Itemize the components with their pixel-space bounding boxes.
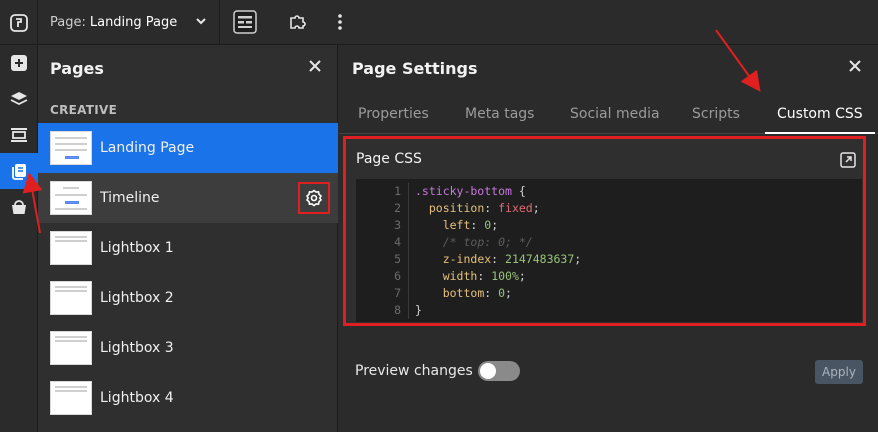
page-item-landing-page[interactable]: Landing Page (38, 123, 338, 173)
page-selector[interactable]: Page: Landing Page (38, 0, 220, 45)
page-settings-title: Page Settings (352, 59, 478, 78)
code-line: position: fixed; (428, 201, 540, 215)
line-number: 1 (394, 184, 401, 198)
page-thumbnail (50, 281, 92, 315)
layers-icon[interactable] (0, 81, 38, 117)
line-number: 6 (394, 269, 401, 283)
tab-social-media[interactable]: Social media (570, 106, 660, 122)
chevron-down-icon (195, 15, 207, 31)
css-value: fixed (498, 201, 533, 215)
preview-changes-toggle[interactable] (478, 361, 520, 381)
css-comment: /* top: 0; */ (442, 235, 533, 249)
pages-icon[interactable] (0, 153, 38, 189)
css-selector: .sticky-bottom (415, 184, 512, 198)
css-value: 2147483637 (505, 252, 575, 266)
page-item-label: Lightbox 3 (100, 340, 174, 356)
css-value: 0 (498, 286, 506, 300)
preview-changes-label: Preview changes (355, 363, 473, 379)
page-settings-panel: Page Settings Properties Meta tags Socia… (339, 45, 878, 432)
page-item-timeline[interactable]: Timeline (38, 173, 338, 223)
page-item-label: Timeline (100, 190, 160, 206)
tab-custom-css[interactable]: Custom CSS (777, 106, 863, 122)
gear-icon (305, 189, 323, 207)
apply-button[interactable]: Apply (815, 360, 863, 384)
close-icon[interactable] (846, 57, 864, 75)
page-selector-prefix: Page: (50, 15, 86, 30)
close-icon[interactable] (306, 57, 324, 75)
css-property: z-index (442, 252, 492, 266)
more-options-icon[interactable] (328, 10, 352, 34)
code-line: } (415, 302, 581, 319)
page-item-label: Landing Page (100, 140, 195, 156)
code-line: left: 0; (442, 218, 499, 232)
css-property: left (442, 218, 471, 232)
page-css-card: Page CSS 1 2 3 4 5 6 7 8 .sticky-bottom … (343, 136, 866, 326)
line-number-gutter: 1 2 3 4 5 6 7 8 (356, 183, 401, 319)
layout-icon[interactable] (233, 10, 257, 34)
pages-panel: Pages CREATIVE Landing Page Timeline Lig… (38, 45, 338, 432)
page-item-lightbox-3[interactable]: Lightbox 3 (38, 323, 338, 373)
line-number: 3 (394, 218, 401, 232)
close-brace: } (415, 303, 422, 317)
tool-sidebar (0, 45, 38, 432)
page-item-lightbox-1[interactable]: Lightbox 1 (38, 223, 338, 273)
css-value: 100% (491, 269, 519, 283)
page-thumbnail (50, 181, 92, 215)
tab-meta-tags[interactable]: Meta tags (465, 106, 534, 122)
add-element-icon[interactable] (0, 45, 38, 81)
store-bag-icon[interactable] (0, 189, 38, 225)
css-code-editor[interactable]: 1 2 3 4 5 6 7 8 .sticky-bottom { positio… (356, 179, 862, 322)
tab-properties[interactable]: Properties (358, 106, 429, 122)
code-line: z-index: 2147483637; (442, 252, 582, 266)
page-item-label: Lightbox 2 (100, 290, 174, 306)
code-line: bottom: 0; (442, 286, 512, 300)
open-brace: { (511, 184, 526, 198)
active-tab-indicator (765, 132, 875, 134)
css-property: bottom (442, 286, 485, 300)
code-line: width: 100%; (442, 269, 526, 283)
page-thumbnail (50, 381, 92, 415)
tab-scripts[interactable]: Scripts (692, 106, 740, 122)
section-label: CREATIVE (50, 103, 118, 117)
css-property: position (428, 201, 485, 215)
page-thumbnail (50, 131, 92, 165)
toggle-knob (480, 363, 496, 379)
page-thumbnail (50, 331, 92, 365)
settings-tabs: Properties Meta tags Social media Script… (339, 100, 878, 134)
code-lines: .sticky-bottom { position: fixed; left: … (408, 183, 581, 319)
page-item-lightbox-2[interactable]: Lightbox 2 (38, 273, 338, 323)
page-item-lightbox-4[interactable]: Lightbox 4 (38, 373, 338, 423)
page-item-label: Lightbox 1 (100, 240, 174, 256)
line-number: 2 (394, 201, 401, 215)
page-settings-button[interactable] (298, 182, 330, 214)
app-logo-icon[interactable] (0, 0, 38, 45)
puzzle-icon[interactable] (285, 10, 309, 34)
pages-panel-title: Pages (50, 59, 104, 78)
code-line: .sticky-bottom { (415, 183, 581, 200)
sections-icon[interactable] (0, 117, 38, 153)
page-selector-value: Landing Page (89, 15, 178, 30)
page-item-label: Lightbox 4 (100, 390, 174, 406)
page-thumbnail (50, 231, 92, 265)
top-bar: Page: Landing Page (0, 0, 878, 45)
code-line: /* top: 0; */ (415, 234, 581, 251)
expand-icon[interactable] (839, 151, 857, 169)
css-property: width (442, 269, 478, 283)
line-number: 5 (394, 252, 401, 266)
page-list: Landing Page Timeline Lightbox 1 Lightbo… (38, 123, 338, 423)
line-number: 4 (394, 235, 401, 249)
line-number: 7 (394, 286, 401, 300)
line-number: 8 (394, 303, 401, 317)
page-css-title: Page CSS (356, 151, 422, 167)
